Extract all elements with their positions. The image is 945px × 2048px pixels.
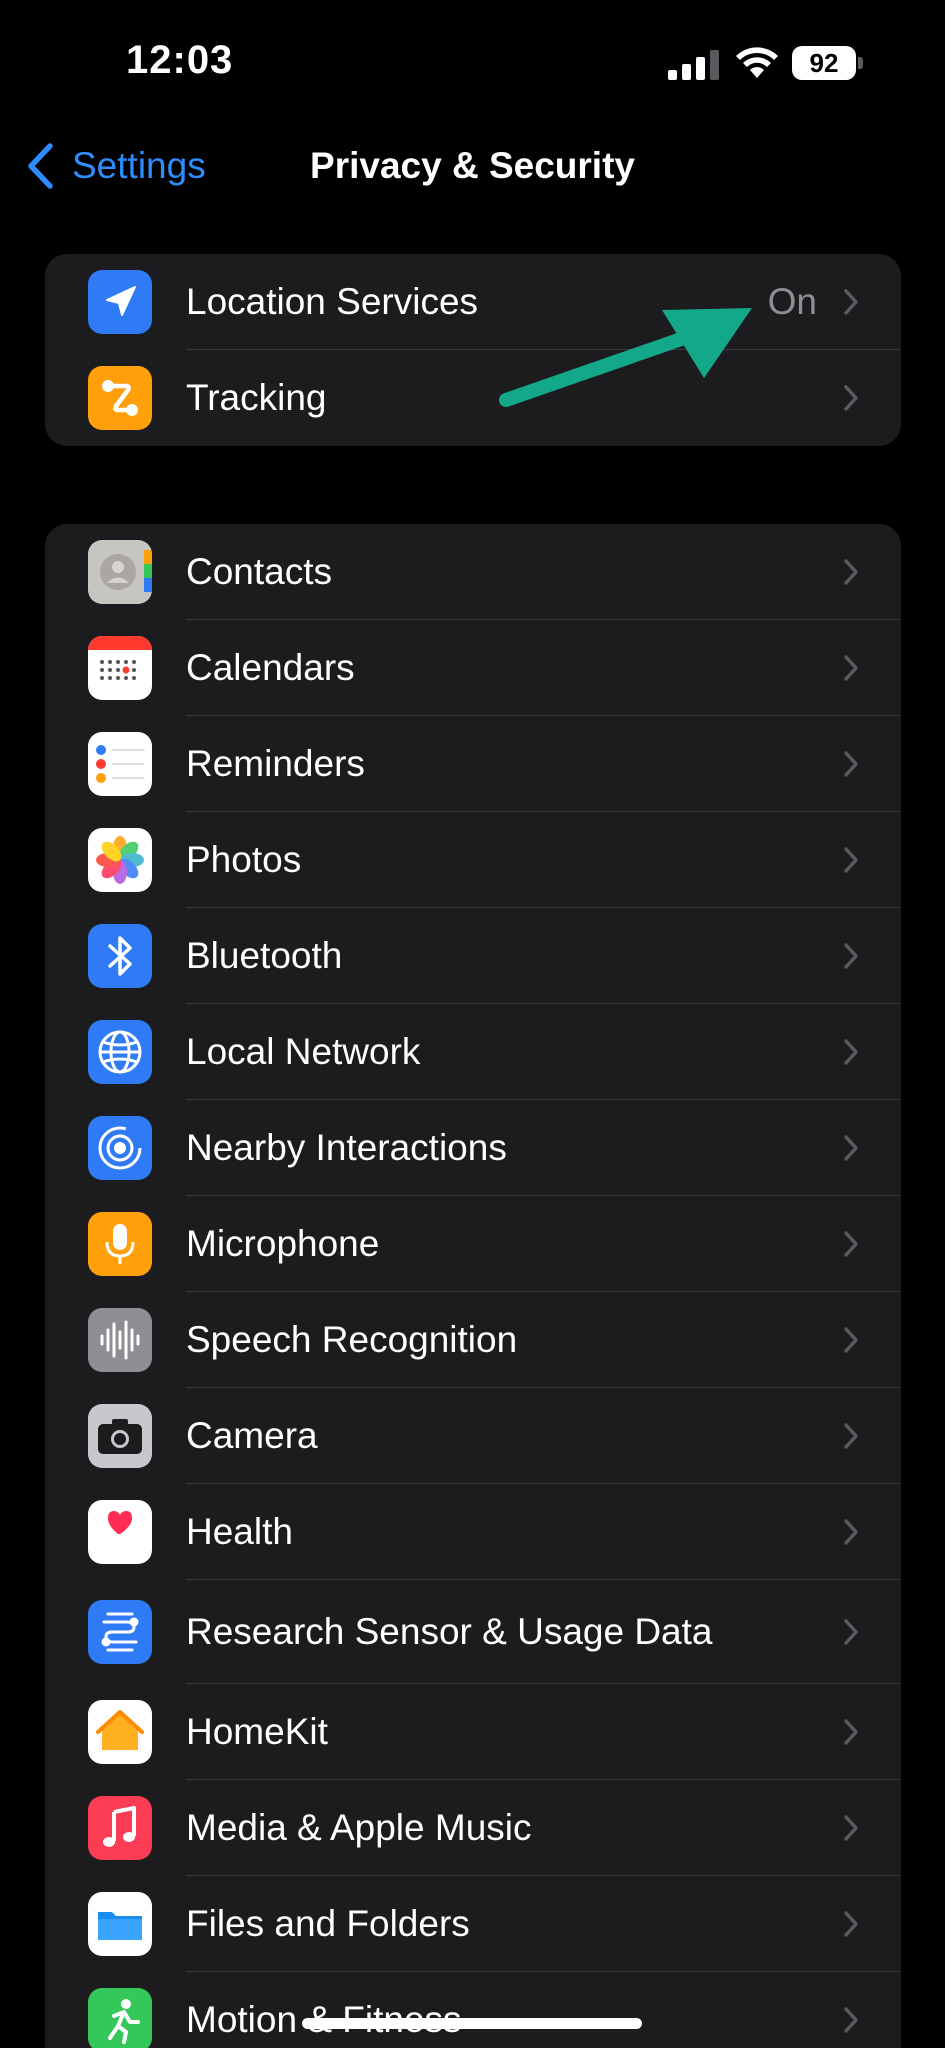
- camera-icon: [88, 1404, 152, 1468]
- battery-level: 92: [792, 46, 856, 80]
- row-label: Camera: [186, 1415, 318, 1456]
- row-label: Local Network: [186, 1031, 421, 1072]
- chevron-right-icon: [844, 2007, 858, 2033]
- page-title: Privacy & Security: [310, 145, 635, 186]
- row-label: Health: [186, 1511, 293, 1552]
- chevron-right-icon: [844, 1815, 858, 1841]
- row-tracking[interactable]: Tracking: [45, 350, 901, 446]
- row-research-sensor[interactable]: Research Sensor & Usage Data: [45, 1580, 901, 1684]
- row-health[interactable]: Health: [45, 1484, 901, 1580]
- chevron-right-icon: [844, 751, 858, 777]
- research-icon: [88, 1600, 152, 1664]
- nearby-icon: [88, 1116, 152, 1180]
- row-label: Research Sensor & Usage Data: [186, 1611, 713, 1652]
- calendar-icon: [88, 636, 152, 700]
- cellular-signal-icon: [668, 50, 719, 80]
- row-calendars[interactable]: Calendars: [45, 620, 901, 716]
- row-contacts[interactable]: Contacts: [45, 524, 901, 620]
- heart-icon: [88, 1500, 152, 1564]
- chevron-right-icon: [844, 1719, 858, 1745]
- chevron-right-icon: [844, 1911, 858, 1937]
- home-indicator[interactable]: [302, 2018, 642, 2029]
- row-label: Bluetooth: [186, 935, 343, 976]
- row-label: Speech Recognition: [186, 1319, 518, 1360]
- row-nearby-interactions[interactable]: Nearby Interactions: [45, 1100, 901, 1196]
- microphone-icon: [88, 1212, 152, 1276]
- row-microphone[interactable]: Microphone: [45, 1196, 901, 1292]
- row-files-and-folders[interactable]: Files and Folders: [45, 1876, 901, 1972]
- folder-icon: [88, 1892, 152, 1956]
- contacts-icon: [88, 540, 152, 604]
- battery-icon: 92: [792, 46, 863, 80]
- row-motion-fitness[interactable]: Motion & Fitness: [45, 1972, 901, 2048]
- chevron-right-icon: [844, 655, 858, 681]
- row-label: Media & Apple Music: [186, 1807, 532, 1848]
- photos-icon: [88, 828, 152, 892]
- row-label: Motion & Fitness: [186, 1999, 462, 2040]
- row-location-services[interactable]: Location Services On: [45, 254, 901, 350]
- row-label: Tracking: [186, 377, 327, 418]
- row-media-apple-music[interactable]: Media & Apple Music: [45, 1780, 901, 1876]
- row-label: Nearby Interactions: [186, 1127, 507, 1168]
- row-bluetooth[interactable]: Bluetooth: [45, 908, 901, 1004]
- chevron-right-icon: [844, 943, 858, 969]
- globe-icon: [88, 1020, 152, 1084]
- chevron-right-icon: [844, 1619, 858, 1645]
- chevron-right-icon: [844, 289, 858, 315]
- row-label: HomeKit: [186, 1711, 328, 1752]
- music-note-icon: [88, 1796, 152, 1860]
- row-label: Contacts: [186, 551, 333, 592]
- status-time: 12:03: [126, 38, 234, 82]
- row-label: Calendars: [186, 647, 355, 688]
- chevron-right-icon: [844, 1039, 858, 1065]
- chevron-right-icon: [844, 1423, 858, 1449]
- location-arrow-icon: [88, 270, 152, 334]
- chevron-right-icon: [844, 1135, 858, 1161]
- status-bar: 12:03 92: [0, 0, 945, 120]
- row-label: Microphone: [186, 1223, 380, 1264]
- chevron-right-icon: [844, 1231, 858, 1257]
- wifi-icon: [736, 47, 778, 78]
- row-label: Reminders: [186, 743, 365, 784]
- row-label: Files and Folders: [186, 1903, 470, 1944]
- settings-group-permissions: Contacts Calendars Reminders Photos Blue…: [45, 524, 901, 2048]
- row-camera[interactable]: Camera: [45, 1388, 901, 1484]
- home-icon: [88, 1700, 152, 1764]
- row-local-network[interactable]: Local Network: [45, 1004, 901, 1100]
- row-label: Photos: [186, 839, 302, 880]
- chevron-right-icon: [844, 1327, 858, 1353]
- waveform-icon: [88, 1308, 152, 1372]
- chevron-right-icon: [844, 385, 858, 411]
- row-photos[interactable]: Photos: [45, 812, 901, 908]
- tracking-icon: [88, 366, 152, 430]
- row-speech-recognition[interactable]: Speech Recognition: [45, 1292, 901, 1388]
- chevron-right-icon: [844, 847, 858, 873]
- chevron-right-icon: [844, 559, 858, 585]
- location-status-value: On: [767, 281, 817, 322]
- row-homekit[interactable]: HomeKit: [45, 1684, 901, 1780]
- row-reminders[interactable]: Reminders: [45, 716, 901, 812]
- row-label: Location Services: [186, 281, 479, 322]
- fitness-icon: [88, 1988, 152, 2048]
- bluetooth-icon: [88, 924, 152, 988]
- chevron-right-icon: [844, 1519, 858, 1545]
- reminders-icon: [88, 732, 152, 796]
- settings-group-location: Location Services On Tracking: [45, 254, 901, 446]
